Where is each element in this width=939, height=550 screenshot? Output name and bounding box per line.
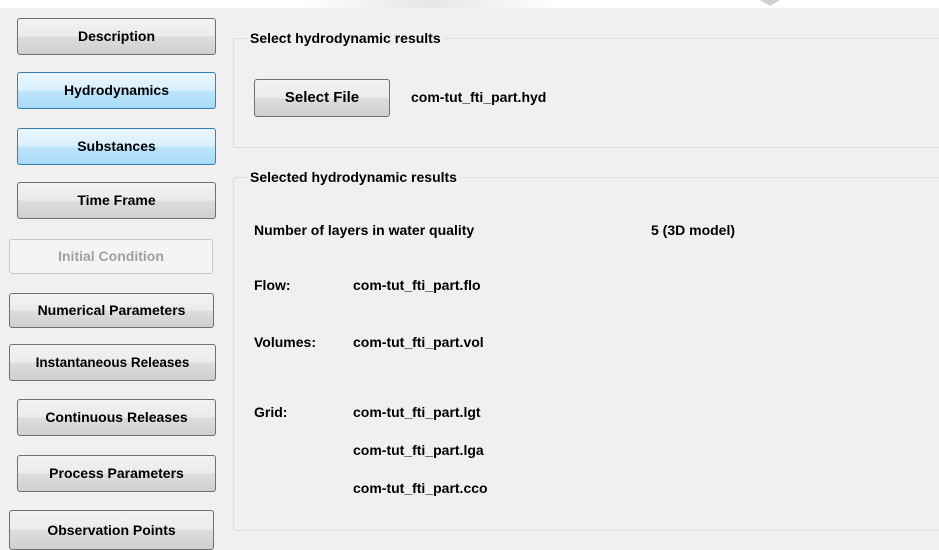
layers-label: Number of layers in water quality <box>254 222 475 238</box>
top-strip <box>0 0 939 8</box>
nav-numerical-parameters-button[interactable]: Numerical Parameters <box>9 293 214 328</box>
select-file-button[interactable]: Select File <box>254 79 390 117</box>
grid-file-cco: com-tut_fti_part.cco <box>353 480 488 496</box>
selected-results-title: Selected hydrodynamic results <box>247 169 460 185</box>
flow-file: com-tut_fti_part.flo <box>353 277 481 293</box>
selected-hyd-file: com-tut_fti_part.hyd <box>411 89 547 105</box>
nav-time-frame-button[interactable]: Time Frame <box>17 182 216 219</box>
volumes-file: com-tut_fti_part.vol <box>353 334 484 350</box>
nav-description-button[interactable]: Description <box>17 18 216 55</box>
nav-observation-points-button[interactable]: Observation Points <box>9 510 214 550</box>
nav-process-parameters-button[interactable]: Process Parameters <box>17 455 216 492</box>
nav-instantaneous-releases-button[interactable]: Instantaneous Releases <box>9 344 216 381</box>
nav-substances-button[interactable]: Substances <box>17 128 216 165</box>
layers-value: 5 (3D model) <box>651 222 736 238</box>
nav-hydrodynamics-button[interactable]: Hydrodynamics <box>17 72 216 109</box>
grid-file-lga: com-tut_fti_part.lga <box>353 442 484 458</box>
grid-file-lgt: com-tut_fti_part.lgt <box>353 404 481 420</box>
top-notch <box>760 0 780 6</box>
select-results-title: Select hydrodynamic results <box>247 30 444 46</box>
volumes-label: Volumes: <box>254 334 316 350</box>
nav-continuous-releases-button[interactable]: Continuous Releases <box>17 399 216 436</box>
nav-initial-condition-button: Initial Condition <box>9 239 213 274</box>
grid-label: Grid: <box>254 404 288 420</box>
flow-label: Flow: <box>254 277 291 293</box>
top-shade <box>300 0 560 8</box>
